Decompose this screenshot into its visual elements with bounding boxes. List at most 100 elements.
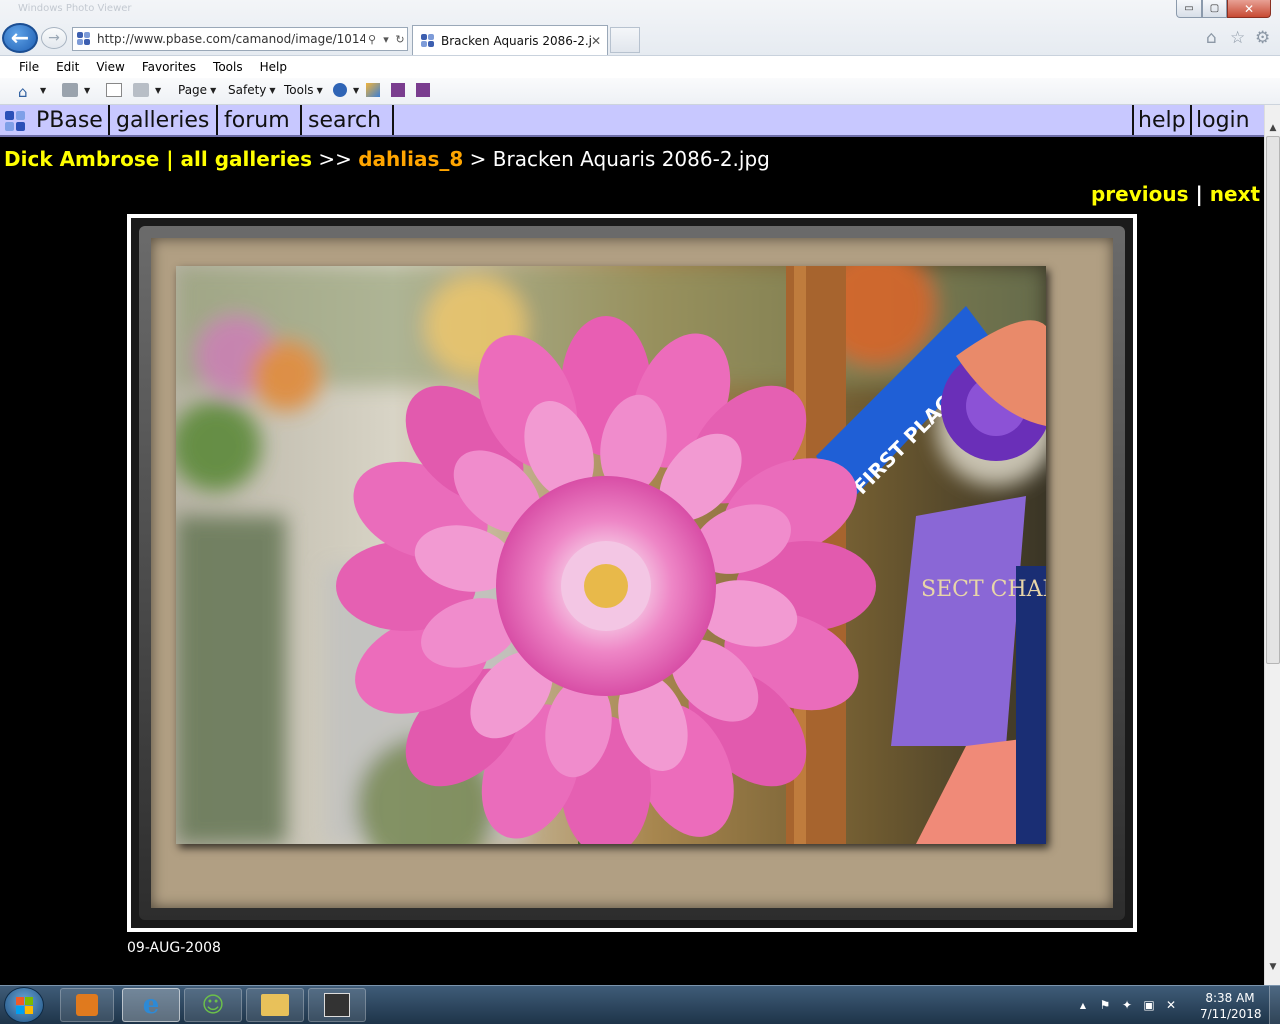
maximize-icon: ▢ [1209, 3, 1220, 14]
photo-date: 09-AUG-2008 [127, 940, 221, 956]
close-button[interactable]: ✕ [1227, 0, 1271, 18]
eye-photo-icon [324, 993, 350, 1017]
breadcrumb-user-link[interactable]: Dick Ambrose [4, 147, 159, 171]
taskbar-photo-app[interactable] [308, 988, 366, 1022]
clock-time: 8:38 AM [1205, 991, 1255, 1005]
system-tray: ▲ ⚑ ✦ ▣ ✕ [1072, 986, 1182, 1024]
address-url-text[interactable]: http://www.pbase.com/camanod/image/10149… [97, 32, 365, 46]
new-tab-button[interactable] [610, 27, 640, 53]
ribbon-champion-text: SECT CHAM [921, 577, 1046, 602]
breadcrumb-image-name: Bracken Aquaris 2086-2.jpg [492, 147, 770, 171]
star-icon[interactable]: ☆ [1230, 28, 1245, 48]
scroll-thumb[interactable] [1266, 136, 1280, 664]
search-icon[interactable]: ⚲ [365, 33, 379, 46]
tray-expand-icon[interactable]: ▲ [1072, 1001, 1094, 1010]
help-icon [333, 83, 347, 97]
pbase-brand-text: PBase [36, 107, 103, 133]
network-icon[interactable]: ▣ [1138, 998, 1160, 1012]
taskbar-media-player[interactable] [60, 988, 114, 1022]
taskbar-file-explorer[interactable] [246, 988, 304, 1022]
nav-search-link[interactable]: search [304, 105, 394, 135]
menu-tools[interactable]: Tools [213, 60, 243, 74]
address-bar[interactable]: http://www.pbase.com/camanod/image/10149… [72, 27, 408, 51]
system-clock[interactable]: 8:38 AM 7/11/2018 [1200, 990, 1262, 1022]
mail-button[interactable] [106, 83, 125, 97]
home-button[interactable]: ⌂ ▼ [18, 83, 46, 101]
start-button[interactable] [4, 987, 44, 1023]
taskbar-internet-explorer[interactable]: e [122, 988, 180, 1022]
nav-forum-link[interactable]: forum [220, 105, 302, 135]
print-button[interactable]: ▼ [133, 83, 161, 97]
media-player-icon [76, 994, 98, 1016]
help-button[interactable]: ▼ [333, 83, 359, 97]
taskbar-people-app[interactable]: ☺ [184, 988, 242, 1022]
vertical-scrollbar[interactable]: ▲ ▼ [1264, 105, 1280, 985]
menu-edit[interactable]: Edit [56, 60, 79, 74]
nav-galleries-link[interactable]: galleries [112, 105, 218, 135]
maximize-button[interactable]: ▢ [1202, 0, 1227, 18]
breadcrumb-separator: > [463, 147, 493, 171]
back-arrow-icon: ← [10, 25, 30, 51]
forward-button[interactable]: → [41, 27, 67, 49]
safety-menu[interactable]: Safety ▼ [228, 83, 276, 97]
forward-arrow-icon: → [48, 30, 60, 46]
breadcrumb: Dick Ambrose | all galleries >> dahlias_… [4, 147, 770, 171]
page-content: Dick Ambrose | all galleries >> dahlias_… [0, 137, 1264, 985]
volume-muted-icon[interactable]: ✕ [1160, 998, 1182, 1012]
home-icon: ⌂ [18, 83, 28, 101]
breadcrumb-gallery-link[interactable]: dahlias_8 [358, 147, 463, 171]
breadcrumb-all-galleries-link[interactable]: all galleries [181, 147, 312, 171]
command-bar: ⌂ ▼ ▼ ▼ Page ▼ Safety ▼ Tools ▼ ▼ [0, 78, 1280, 105]
research-icon [366, 83, 380, 97]
nav-help-link[interactable]: help [1132, 105, 1192, 135]
home-icon[interactable]: ⌂ [1206, 28, 1217, 48]
clock-date: 7/11/2018 [1200, 1007, 1262, 1021]
minimize-button[interactable]: ▭ [1176, 0, 1202, 18]
pbase-logo-icon [5, 107, 31, 133]
pbase-home-link[interactable]: PBase [0, 105, 110, 135]
gear-icon[interactable]: ⚙ [1255, 28, 1270, 48]
minimize-icon: ▭ [1184, 3, 1194, 14]
menu-view[interactable]: View [96, 60, 124, 74]
people-icon: ☺ [201, 992, 225, 1018]
pbase-favicon-icon [421, 33, 435, 48]
pager-separator: | [1188, 182, 1210, 206]
menu-favorites[interactable]: Favorites [142, 60, 196, 74]
mail-icon [106, 83, 122, 97]
breadcrumb-separator: | [159, 147, 181, 171]
back-button[interactable]: ← [2, 23, 38, 53]
feeds-button[interactable]: ▼ [62, 83, 90, 97]
dropbox-icon[interactable]: ✦ [1116, 998, 1138, 1012]
research-button[interactable] [366, 83, 383, 97]
menu-help[interactable]: Help [260, 60, 287, 74]
scroll-up-icon[interactable]: ▲ [1265, 119, 1280, 136]
show-desktop-button[interactable] [1269, 986, 1280, 1024]
windows-taskbar: e ☺ ▲ ⚑ ✦ ▣ ✕ 8:38 AM 7/11/2018 [0, 985, 1280, 1024]
photo-frame[interactable]: FIRST PLACE SECT CHAM [127, 214, 1137, 932]
previous-link[interactable]: previous [1091, 182, 1189, 206]
next-link[interactable]: next [1210, 182, 1260, 206]
refresh-icon[interactable]: ↻ [393, 33, 407, 46]
onenote-icon [391, 83, 405, 97]
rss-feed-icon [62, 83, 78, 97]
dropdown-caret-icon[interactable]: ▾ [379, 33, 393, 46]
tab-active[interactable]: Bracken Aquaris 2086-2.jpg ... ✕ [412, 25, 608, 55]
onenote-linked-button[interactable] [391, 83, 408, 97]
action-center-flag-icon[interactable]: ⚑ [1094, 998, 1116, 1012]
tools-menu[interactable]: Tools ▼ [284, 83, 323, 97]
tab-close-icon[interactable]: ✕ [591, 34, 607, 48]
browser-titlebar: Windows Photo Viewer ▭ ▢ ✕ ← → http://ww… [0, 0, 1280, 56]
dahlia-photo[interactable]: FIRST PLACE SECT CHAM [176, 266, 1046, 844]
page-menu[interactable]: Page ▼ [178, 83, 216, 97]
close-icon: ✕ [1243, 1, 1255, 16]
internet-explorer-icon: e [142, 990, 160, 1020]
window-title: Windows Photo Viewer [18, 3, 132, 14]
nav-login-link[interactable]: login [1192, 105, 1264, 135]
breadcrumb-separator: >> [311, 147, 359, 171]
windows-logo-icon [16, 997, 24, 1005]
pbase-nav-bar: PBase galleries forum search help login [0, 105, 1264, 137]
onenote-send-button[interactable] [416, 83, 433, 97]
tab-label: Bracken Aquaris 2086-2.jpg ... [441, 33, 591, 48]
scroll-down-icon[interactable]: ▼ [1265, 958, 1280, 975]
menu-file[interactable]: File [19, 60, 39, 74]
